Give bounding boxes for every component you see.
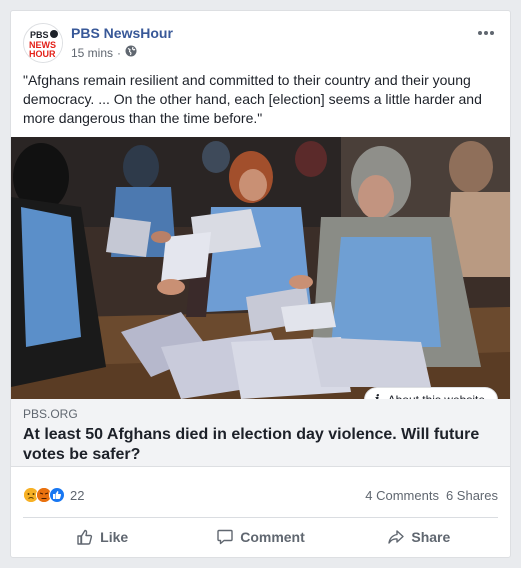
post-actions: Like Comment Share <box>23 521 498 553</box>
link-preview[interactable]: PBS.ORG At least 50 Afghans died in elec… <box>11 399 510 467</box>
shares-count-link[interactable]: 6 Shares <box>446 488 498 503</box>
share-arrow-icon <box>388 530 405 544</box>
link-domain: PBS.ORG <box>23 407 78 421</box>
divider <box>23 517 498 518</box>
more-options-button[interactable] <box>474 23 498 43</box>
like-button[interactable]: Like <box>23 521 181 553</box>
link-title[interactable]: At least 50 Afghans died in election day… <box>23 425 498 465</box>
comment-button[interactable]: Comment <box>181 521 339 553</box>
post-meta: 15 mins · <box>71 45 137 60</box>
globe-icon[interactable] <box>125 45 137 60</box>
page-name-link[interactable]: PBS NewsHour <box>71 25 173 41</box>
reactions-summary[interactable]: 22 <box>23 487 84 503</box>
post-message: "Afghans remain resilient and committed … <box>23 72 482 126</box>
ellipsis-icon <box>478 31 494 35</box>
avatar[interactable]: PBS NEWS HOUR <box>23 23 63 63</box>
comment-label: Comment <box>240 529 305 545</box>
meta-separator: · <box>117 45 122 60</box>
thumbs-up-icon <box>77 529 93 545</box>
link-preview-image[interactable] <box>11 137 510 399</box>
post-header: PBS NEWS HOUR PBS NewsHour 15 mins · <box>23 23 498 65</box>
share-label: Share <box>411 529 451 545</box>
share-button[interactable]: Share <box>340 521 498 553</box>
comment-icon <box>217 529 233 545</box>
engagement-counts: 4 Comments 6 Shares <box>365 488 498 503</box>
like-reaction-icon <box>49 487 65 503</box>
avatar-line1: PBS <box>30 30 49 40</box>
reaction-count: 22 <box>70 487 85 503</box>
avatar-line3: HOUR <box>29 49 56 59</box>
like-label: Like <box>100 529 129 545</box>
comments-count-link[interactable]: 4 Comments <box>365 488 439 503</box>
post-timestamp[interactable]: 15 mins <box>71 46 113 60</box>
news-feed-post: PBS NEWS HOUR PBS NewsHour 15 mins · "Af… <box>10 10 511 558</box>
